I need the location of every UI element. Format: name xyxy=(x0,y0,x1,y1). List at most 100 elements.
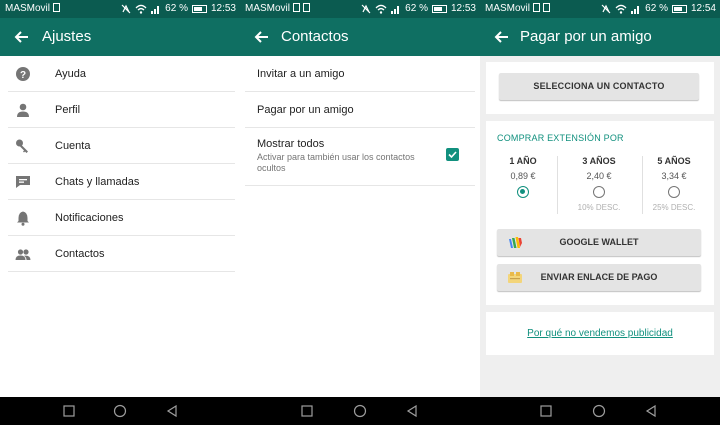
settings-item-profile[interactable]: Perfil xyxy=(0,92,240,128)
chat-icon xyxy=(16,176,30,188)
gallery-icon xyxy=(303,3,311,12)
pay-for-friend-label: Pagar por un amigo xyxy=(257,104,354,116)
recents-nav-icon[interactable] xyxy=(62,404,76,418)
no-ads-card: Por qué no vendemos publicidad xyxy=(486,312,714,355)
battery-icon xyxy=(671,5,687,13)
option-price: 0,89 € xyxy=(510,171,536,181)
settings-item-notifications[interactable]: Notificaciones xyxy=(0,200,240,236)
option-years: 1 AÑO xyxy=(509,156,537,166)
battery-icon xyxy=(191,5,207,13)
pay-for-friend-item[interactable]: Pagar por un amigo xyxy=(240,92,480,128)
sim-icon xyxy=(53,3,61,12)
section-title: COMPRAR EXTENSIÓN POR xyxy=(497,133,624,143)
settings-item-contacts[interactable]: Contactos xyxy=(0,236,240,272)
option-radio[interactable] xyxy=(668,186,680,198)
sim-icon xyxy=(533,3,541,12)
bell-icon xyxy=(17,211,29,226)
divider xyxy=(8,271,235,272)
status-bar: MASMovil 62 % 12:53 xyxy=(0,0,240,18)
home-nav-icon[interactable] xyxy=(353,404,367,418)
status-icons: 62 % 12:53 xyxy=(361,0,476,18)
settings-screen: MASMovil 62 % 12:53 Ajustes ? Ayuda Perf… xyxy=(0,0,240,425)
carrier-name: MASMovil xyxy=(485,3,531,14)
option-3-years[interactable]: 3 AÑOS 2,40 € 10% DESC. xyxy=(569,156,629,212)
invite-friend-item[interactable]: Invitar a un amigo xyxy=(240,56,480,92)
google-wallet-button[interactable]: GOOGLE WALLET xyxy=(497,229,701,256)
back-nav-icon[interactable] xyxy=(644,404,658,418)
settings-item-label: Contactos xyxy=(55,248,105,260)
gallery-icon xyxy=(543,3,551,12)
send-payment-link-button[interactable]: ENVIAR ENLACE DE PAGO xyxy=(497,264,701,291)
mute-icon xyxy=(361,4,371,14)
back-arrow-icon[interactable] xyxy=(12,27,32,47)
option-radio[interactable] xyxy=(593,186,605,198)
option-1-year[interactable]: 1 AÑO 0,89 € xyxy=(493,156,553,203)
home-nav-icon[interactable] xyxy=(592,404,606,418)
battery-percent: 62 % xyxy=(165,3,188,14)
page-title: Pagar por un amigo xyxy=(520,28,652,45)
settings-item-label: Cuenta xyxy=(55,140,91,152)
option-discount: 25% DESC. xyxy=(652,203,696,212)
back-nav-icon[interactable] xyxy=(165,404,179,418)
no-ads-link[interactable]: Por qué no vendemos publicidad xyxy=(486,328,714,339)
option-radio[interactable] xyxy=(517,186,529,198)
carrier-label: MASMovil xyxy=(5,0,61,18)
carrier-label: MASMovil xyxy=(485,0,551,18)
select-contact-button[interactable]: SELECCIONA UN CONTACTO xyxy=(499,73,699,100)
select-contact-card: SELECCIONA UN CONTACTO xyxy=(486,62,714,114)
divider xyxy=(642,156,643,214)
settings-item-label: Notificaciones xyxy=(55,212,124,224)
recents-nav-icon[interactable] xyxy=(300,404,314,418)
back-nav-icon[interactable] xyxy=(405,404,419,418)
clock: 12:53 xyxy=(450,3,476,14)
signal-icon xyxy=(391,6,400,14)
show-all-description: Activar para también usar los contactos … xyxy=(257,152,415,173)
navigation-bar xyxy=(240,397,480,425)
battery-percent: 62 % xyxy=(645,3,668,14)
person-icon xyxy=(17,103,29,117)
contacts-icon xyxy=(15,249,31,260)
signal-icon xyxy=(631,6,640,14)
carrier-label: MASMovil xyxy=(245,0,311,18)
status-icons: 62 % 12:54 xyxy=(601,0,716,18)
clock: 12:54 xyxy=(690,3,716,14)
wifi-icon xyxy=(615,4,627,14)
sim-icon xyxy=(293,3,301,12)
option-years: 3 AÑOS xyxy=(582,156,616,166)
invite-friend-label: Invitar a un amigo xyxy=(257,68,345,80)
settings-item-help[interactable]: ? Ayuda xyxy=(0,56,240,92)
toolbar: Contactos xyxy=(240,18,480,56)
carrier-name: MASMovil xyxy=(5,3,51,14)
recents-nav-icon[interactable] xyxy=(539,404,553,418)
checkmark-icon xyxy=(448,151,457,159)
mute-icon xyxy=(121,4,131,14)
back-arrow-icon[interactable] xyxy=(252,27,272,47)
option-years: 5 AÑOS xyxy=(657,156,691,166)
key-icon xyxy=(16,139,28,153)
option-price: 3,34 € xyxy=(661,171,687,181)
status-bar: MASMovil 62 % 12:53 xyxy=(240,0,480,18)
show-all-checkbox[interactable] xyxy=(446,148,459,161)
settings-item-label: Ayuda xyxy=(55,68,86,80)
settings-item-chats[interactable]: Chats y llamadas xyxy=(0,164,240,200)
show-all-item[interactable]: Mostrar todos Activar para también usar … xyxy=(240,128,480,186)
page-title: Contactos xyxy=(281,28,349,45)
divider xyxy=(557,156,558,214)
toolbar: Ajustes xyxy=(0,18,240,56)
wifi-icon xyxy=(135,4,147,14)
mute-icon xyxy=(601,4,611,14)
contacts-screen: MASMovil 62 % 12:53 Contactos Invitar a … xyxy=(240,0,480,425)
page-title: Ajustes xyxy=(42,28,92,45)
battery-icon xyxy=(431,5,447,13)
option-discount: 10% DESC. xyxy=(577,203,621,212)
option-5-years[interactable]: 5 AÑOS 3,34 € 25% DESC. xyxy=(644,156,704,212)
settings-item-label: Chats y llamadas xyxy=(55,176,140,188)
navigation-bar xyxy=(0,397,240,425)
signal-icon xyxy=(151,6,160,14)
settings-item-account[interactable]: Cuenta xyxy=(0,128,240,164)
clock: 12:53 xyxy=(210,3,236,14)
back-arrow-icon[interactable] xyxy=(492,27,512,47)
help-icon: ? xyxy=(16,67,30,81)
home-nav-icon[interactable] xyxy=(113,404,127,418)
divider xyxy=(245,185,475,186)
